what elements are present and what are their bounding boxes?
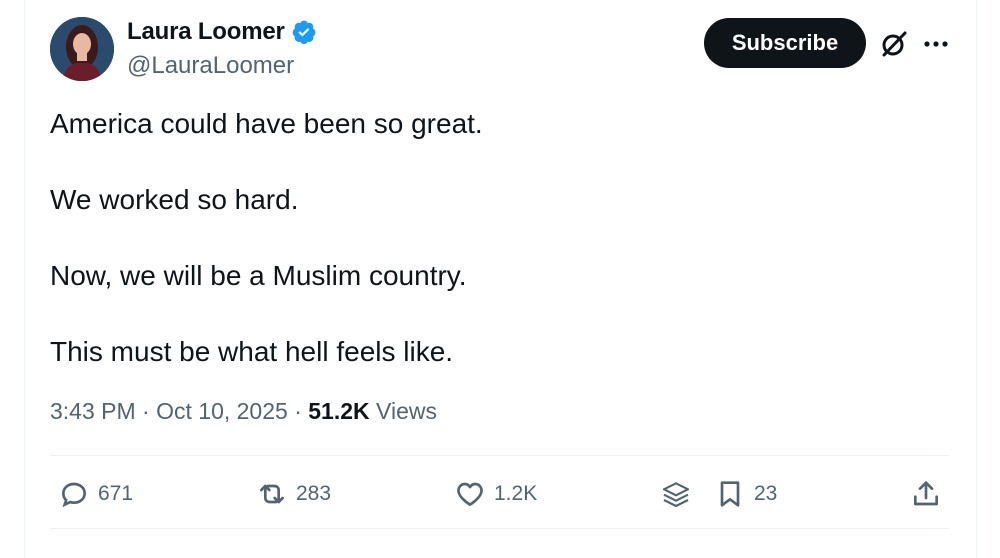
author-name-row[interactable]: Laura Loomer bbox=[127, 18, 317, 46]
bookmark-button[interactable]: 23 bbox=[714, 477, 777, 511]
like-button[interactable]: 1.2K bbox=[454, 477, 537, 511]
bookmark-icon bbox=[720, 481, 740, 507]
tweet-line: America could have been so great. bbox=[50, 108, 483, 139]
layers-icon bbox=[662, 482, 690, 508]
repost-button[interactable]: 283 bbox=[256, 477, 331, 511]
grok-icon[interactable] bbox=[878, 28, 910, 60]
share-icon bbox=[914, 481, 938, 506]
divider bbox=[50, 455, 950, 456]
divider bbox=[50, 528, 950, 529]
tweet-meta: 3:43 PM · Oct 10, 2025 · 51.2K Views bbox=[50, 398, 437, 425]
repost-count: 283 bbox=[296, 482, 332, 505]
reply-icon bbox=[61, 482, 87, 508]
grok-layers-button[interactable] bbox=[660, 477, 692, 511]
share-button[interactable] bbox=[910, 477, 942, 511]
more-icon[interactable] bbox=[922, 30, 950, 58]
tweet-line: This must be what hell feels like. bbox=[50, 336, 454, 367]
heart-icon bbox=[457, 482, 483, 506]
views-label: Views bbox=[369, 398, 437, 424]
meta-separator: · bbox=[287, 398, 309, 424]
tweet-time[interactable]: 3:43 PM bbox=[50, 398, 136, 424]
subscribe-button[interactable]: Subscribe bbox=[704, 18, 866, 68]
reply-count: 671 bbox=[98, 482, 134, 505]
author-handle[interactable]: @LauraLoomer bbox=[127, 52, 294, 80]
bookmark-count: 23 bbox=[754, 482, 778, 505]
avatar[interactable] bbox=[50, 17, 114, 81]
verified-badge-icon bbox=[291, 19, 317, 45]
author-name[interactable]: Laura Loomer bbox=[127, 18, 285, 46]
views-count: 51.2K bbox=[308, 398, 370, 424]
tweet-line: Now, we will be a Muslim country. bbox=[50, 260, 467, 291]
repost-icon bbox=[260, 484, 284, 504]
like-count: 1.2K bbox=[494, 482, 538, 505]
tweet-date[interactable]: Oct 10, 2025 bbox=[156, 398, 288, 424]
reply-button[interactable]: 671 bbox=[58, 477, 133, 511]
tweet-line: We worked so hard. bbox=[50, 184, 299, 215]
meta-separator: · bbox=[135, 398, 157, 424]
